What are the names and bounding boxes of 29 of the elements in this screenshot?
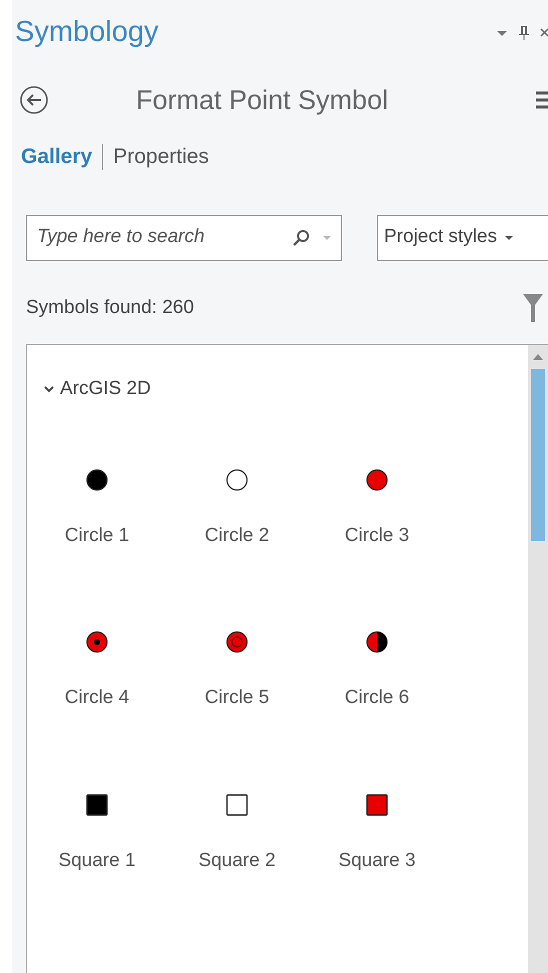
style-dropdown[interactable]: Project styles [377,214,548,260]
search-box[interactable]: Type here to search [26,214,342,260]
filter-icon[interactable] [522,292,544,324]
scroll-up-icon[interactable] [533,353,543,361]
symbol-label[interactable]: Circle 3 [344,522,410,550]
symbol-label[interactable]: Circle 1 [64,522,130,550]
dropdown-caret-icon [504,234,513,240]
group-header[interactable]: ArcGIS 2D [60,375,151,404]
symbol-label[interactable]: Square 3 [338,846,416,875]
menu-icon[interactable] [536,90,548,110]
symbol-label[interactable]: Circle 2 [204,522,270,550]
scrollbar[interactable] [528,345,548,973]
symbol-label[interactable]: Circle 6 [344,684,410,712]
tab[interactable]: Properties [113,141,209,173]
search-icon[interactable] [291,228,311,248]
search-field[interactable]: Type here to search [37,223,291,252]
symbol-label[interactable]: Circle 5 [204,684,270,712]
pin-icon[interactable] [518,25,530,41]
expand-chevron-icon[interactable] [44,385,54,394]
symbol-label[interactable]: Circle 4 [64,684,130,712]
pane-title: Symbology [15,15,158,50]
dropdown-caret-icon[interactable] [496,29,508,37]
tab[interactable]: Gallery [21,141,92,173]
symbol-label[interactable]: Square 2 [198,846,276,875]
symbol-label[interactable]: Square 1 [58,846,136,875]
back-icon[interactable] [19,85,49,115]
scrollbar-thumb[interactable] [531,369,545,541]
result-count: Symbols found: 260 [26,296,194,320]
header-title: Format Point Symbol [136,84,388,117]
